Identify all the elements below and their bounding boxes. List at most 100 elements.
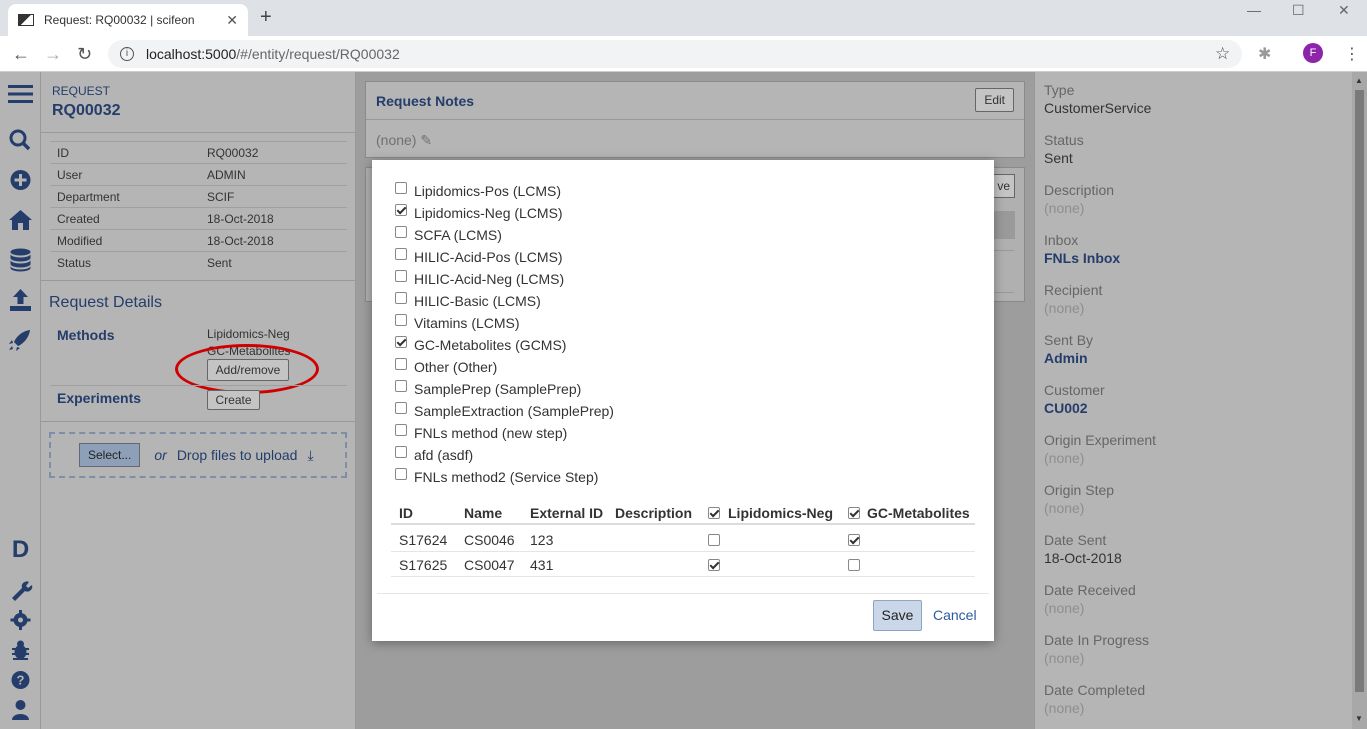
method-checkbox[interactable] — [395, 248, 407, 260]
customer-link[interactable]: CU002 — [1044, 400, 1105, 416]
reload-icon[interactable]: ↻ — [77, 44, 92, 65]
bug-icon[interactable] — [0, 639, 41, 661]
user-icon[interactable] — [0, 699, 41, 721]
save-button[interactable]: Save — [873, 600, 922, 631]
method-checkbox[interactable] — [395, 446, 407, 458]
method-checkbox[interactable] — [395, 468, 407, 480]
database-icon[interactable] — [0, 248, 41, 272]
method-option[interactable]: SCFA (LCMS) — [395, 226, 502, 244]
method-checkbox[interactable] — [395, 358, 407, 370]
info-icon[interactable]: i — [120, 47, 134, 61]
forward-arrow-icon[interactable]: → — [44, 44, 62, 65]
method-option[interactable]: HILIC-Acid-Pos (LCMS) — [395, 248, 563, 266]
extension-icon[interactable]: ✱ — [1258, 44, 1271, 64]
row-checkbox[interactable] — [848, 559, 860, 571]
star-icon[interactable]: ☆ — [1215, 44, 1230, 64]
field-department: Department SCIF — [50, 185, 347, 207]
row-checkbox[interactable] — [708, 559, 720, 571]
minimize-icon[interactable]: — — [1247, 2, 1261, 18]
request-notes-title: Request Notes — [376, 93, 475, 109]
method-checkbox[interactable] — [395, 314, 407, 326]
info-label: Date Sent — [1044, 532, 1107, 548]
maximize-icon[interactable]: ☐ — [1292, 2, 1305, 19]
header-checkbox[interactable] — [848, 507, 860, 519]
method-option[interactable]: afd (asdf) — [395, 446, 473, 464]
select-files-button[interactable]: Select... — [79, 443, 141, 467]
method-checkbox[interactable] — [395, 182, 407, 194]
method-option-label: SampleExtraction (SamplePrep) — [414, 403, 614, 419]
tab-close-icon[interactable]: ✕ — [226, 12, 238, 29]
method-checkbox[interactable] — [395, 424, 407, 436]
method-checkbox[interactable] — [395, 204, 407, 216]
url-input[interactable]: i localhost:5000/#/entity/request/RQ0003… — [108, 40, 1242, 68]
browser-tab[interactable]: Request: RQ00032 | scifeon ✕ — [8, 4, 248, 36]
divider — [41, 132, 356, 133]
back-arrow-icon[interactable]: ← — [12, 44, 30, 65]
menu-dots-icon[interactable]: ⋮ — [1344, 44, 1360, 64]
pencil-icon[interactable]: ✎ — [420, 132, 432, 148]
cancel-button[interactable]: Cancel — [933, 607, 977, 623]
method-option[interactable]: FNLs method2 (Service Step) — [395, 468, 598, 486]
row-checkbox[interactable] — [848, 534, 860, 546]
scroll-up-icon[interactable]: ▲ — [1355, 76, 1363, 85]
col-header: Lipidomics-Neg — [728, 505, 834, 521]
vertical-scrollbar[interactable]: ▲ ▼ — [1352, 72, 1367, 729]
wrench-icon[interactable] — [0, 579, 41, 601]
d-logo[interactable]: D — [0, 536, 41, 564]
method-option[interactable]: SamplePrep (SamplePrep) — [395, 380, 581, 398]
cell-checkbox — [708, 533, 728, 549]
info-value: (none) — [1044, 200, 1085, 216]
field-key: Department — [57, 190, 120, 204]
home-icon[interactable] — [0, 208, 41, 232]
gear-icon[interactable] — [0, 609, 41, 631]
red-highlight-circle — [175, 344, 319, 394]
menu-icon[interactable] — [0, 82, 41, 106]
help-icon[interactable]: ? — [0, 669, 41, 691]
method-option-label: HILIC-Basic (LCMS) — [414, 293, 541, 309]
rocket-icon[interactable] — [0, 328, 41, 352]
method-option-label: FNLs method2 (Service Step) — [414, 469, 599, 485]
inbox-link[interactable]: FNLs Inbox — [1044, 250, 1120, 266]
table-row: S17625 CS0047 431 — [391, 552, 975, 577]
method-checkbox[interactable] — [395, 336, 407, 348]
method-checkbox[interactable] — [395, 380, 407, 392]
header-checkbox-cell — [848, 506, 868, 522]
upload-icon[interactable] — [0, 288, 41, 312]
method-option[interactable]: FNLs method (new step) — [395, 424, 567, 442]
row-checkbox[interactable] — [708, 534, 720, 546]
info-label: Customer — [1044, 382, 1105, 398]
method-option[interactable]: HILIC-Acid-Neg (LCMS) — [395, 270, 564, 288]
scrollbar-thumb[interactable] — [1355, 90, 1364, 692]
method-option[interactable]: Lipidomics-Pos (LCMS) — [395, 182, 561, 200]
method-option-label: HILIC-Acid-Pos (LCMS) — [414, 249, 563, 265]
method-option[interactable]: SampleExtraction (SamplePrep) — [395, 402, 614, 420]
sent-by-link[interactable]: Admin — [1044, 350, 1093, 366]
method-checkbox[interactable] — [395, 402, 407, 414]
new-tab-button[interactable]: + — [260, 6, 272, 29]
method-checkbox[interactable] — [395, 226, 407, 238]
method-checkbox[interactable] — [395, 270, 407, 282]
scroll-down-icon[interactable]: ▼ — [1355, 714, 1363, 723]
header-checkbox[interactable] — [708, 507, 720, 519]
plus-circle-icon[interactable] — [0, 168, 41, 192]
file-dropzone[interactable]: Select... or Drop files to upload ⤓ — [49, 432, 347, 478]
field-created: Created 18-Oct-2018 — [50, 207, 347, 229]
info-value: (none) — [1044, 700, 1085, 716]
experiments-label: Experiments — [57, 390, 142, 406]
profile-avatar[interactable]: F — [1303, 43, 1323, 63]
field-user: User ADMIN — [50, 163, 347, 185]
col-header: ID — [399, 505, 413, 521]
search-icon[interactable] — [0, 128, 41, 152]
method-option[interactable]: GC-Metabolites (GCMS) — [395, 336, 566, 354]
edit-notes-button[interactable]: Edit — [975, 88, 1014, 112]
method-option[interactable]: Vitamins (LCMS) — [395, 314, 520, 332]
method-option[interactable]: Other (Other) — [395, 358, 497, 376]
method-option[interactable]: HILIC-Basic (LCMS) — [395, 292, 541, 310]
notes-value: (none) ✎ — [376, 132, 432, 149]
request-notes-card: Request Notes Edit (none) ✎ — [365, 81, 1025, 158]
method-checkbox[interactable] — [395, 292, 407, 304]
window-close-icon[interactable]: ✕ — [1338, 2, 1350, 19]
method-option[interactable]: Lipidomics-Neg (LCMS) — [395, 204, 563, 222]
tab-title: Request: RQ00032 | scifeon — [44, 13, 195, 27]
create-experiment-button[interactable]: Create — [207, 390, 260, 410]
